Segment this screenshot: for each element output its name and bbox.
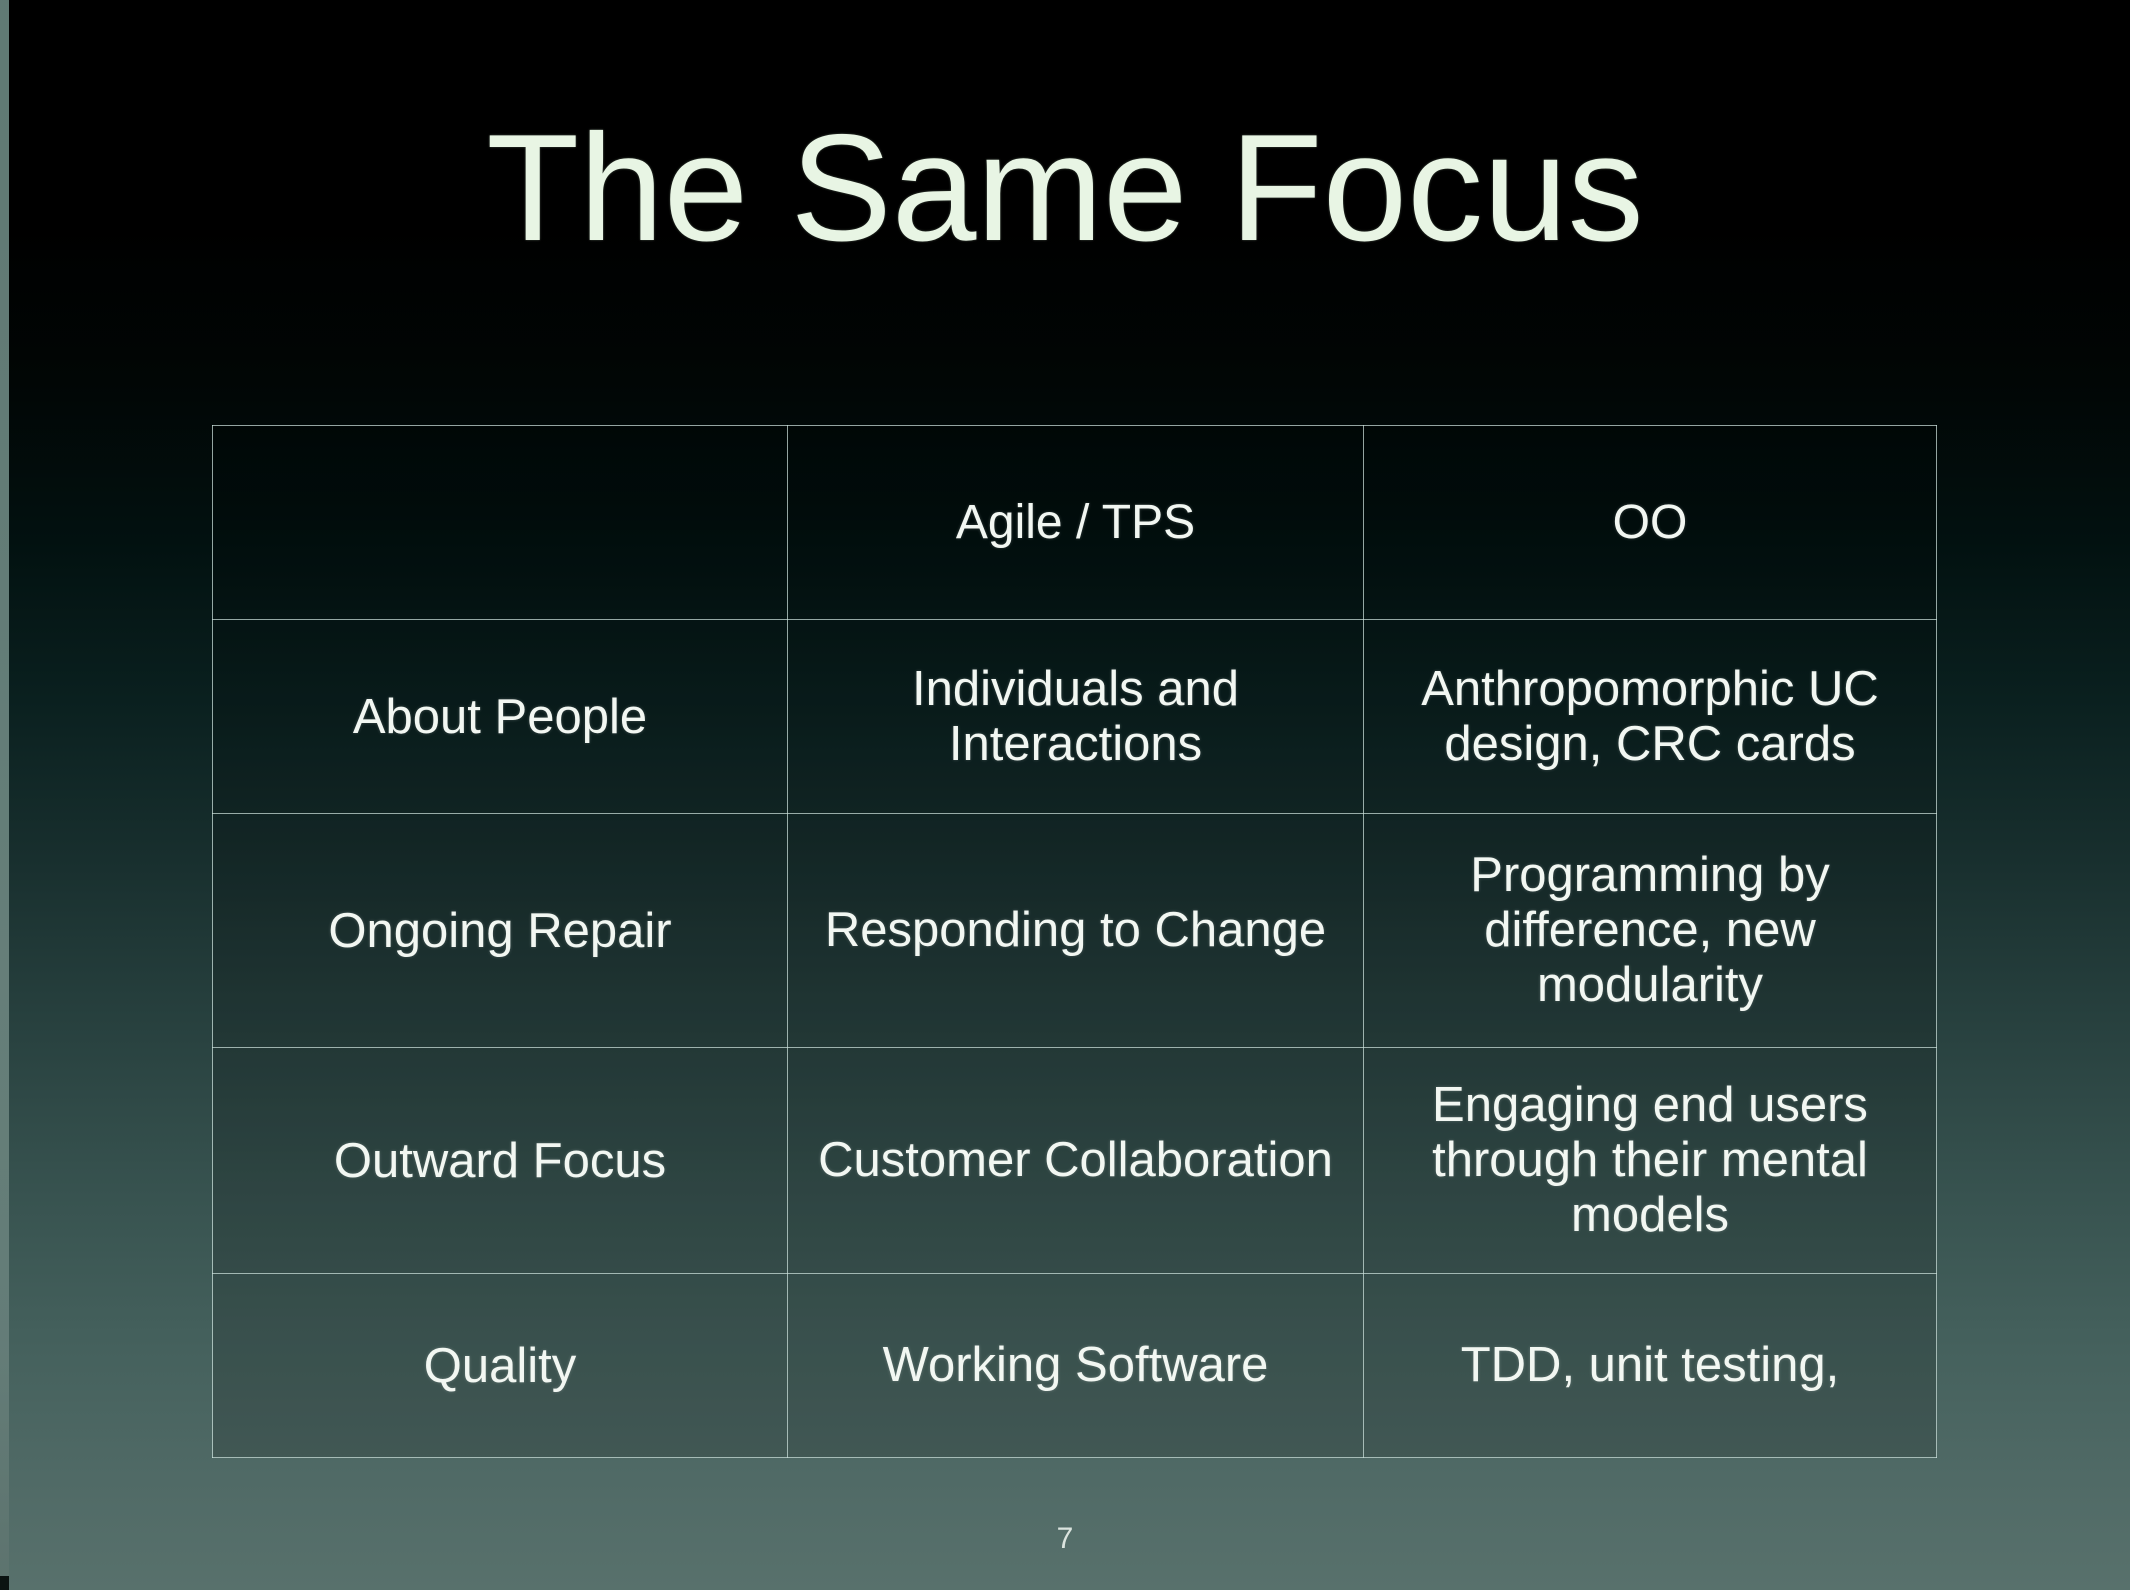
- comparison-table: Agile / TPS OO About People Individuals …: [212, 425, 1937, 1458]
- cell-about-people-agile-tps: Individuals and Interactions: [787, 619, 1364, 814]
- table-header-cell-oo: OO: [1363, 425, 1937, 620]
- cell-about-people-oo: Anthropomorphic UC design, CRC cards: [1363, 619, 1937, 814]
- row-label-about-people: About People: [212, 619, 788, 814]
- cell-ongoing-repair-agile-tps: Responding to Change: [787, 813, 1364, 1048]
- table-row: About People Individuals and Interaction…: [212, 619, 1937, 814]
- row-label-outward-focus: Outward Focus: [212, 1047, 788, 1274]
- table-header-cell-blank: [212, 425, 788, 620]
- table-row: Quality Working Software TDD, unit testi…: [212, 1273, 1937, 1458]
- page-title: The Same Focus: [486, 103, 1644, 273]
- slide-canvas: The Same Focus Agile / TPS OO About Peop…: [0, 0, 2130, 1590]
- bottom-left-corner-mark: [0, 1576, 9, 1590]
- page-number: 7: [1056, 1522, 1074, 1555]
- table-body: About People Individuals and Interaction…: [212, 619, 1937, 1458]
- cell-outward-focus-oo: Engaging end users through their mental …: [1363, 1047, 1937, 1274]
- table-row: Ongoing Repair Responding to Change Prog…: [212, 813, 1937, 1048]
- cell-ongoing-repair-oo: Programming by difference, new modularit…: [1363, 813, 1937, 1048]
- cell-quality-oo: TDD, unit testing,: [1363, 1273, 1937, 1458]
- table-row: Outward Focus Customer Collaboration Eng…: [212, 1047, 1937, 1274]
- table-header-cell-agile-tps: Agile / TPS: [787, 425, 1364, 620]
- cell-outward-focus-agile-tps: Customer Collaboration: [787, 1047, 1364, 1274]
- cell-quality-agile-tps: Working Software: [787, 1273, 1364, 1458]
- table-header: Agile / TPS OO: [212, 425, 1937, 620]
- row-label-ongoing-repair: Ongoing Repair: [212, 813, 788, 1048]
- row-label-quality: Quality: [212, 1273, 788, 1458]
- table-header-row: Agile / TPS OO: [212, 425, 1937, 620]
